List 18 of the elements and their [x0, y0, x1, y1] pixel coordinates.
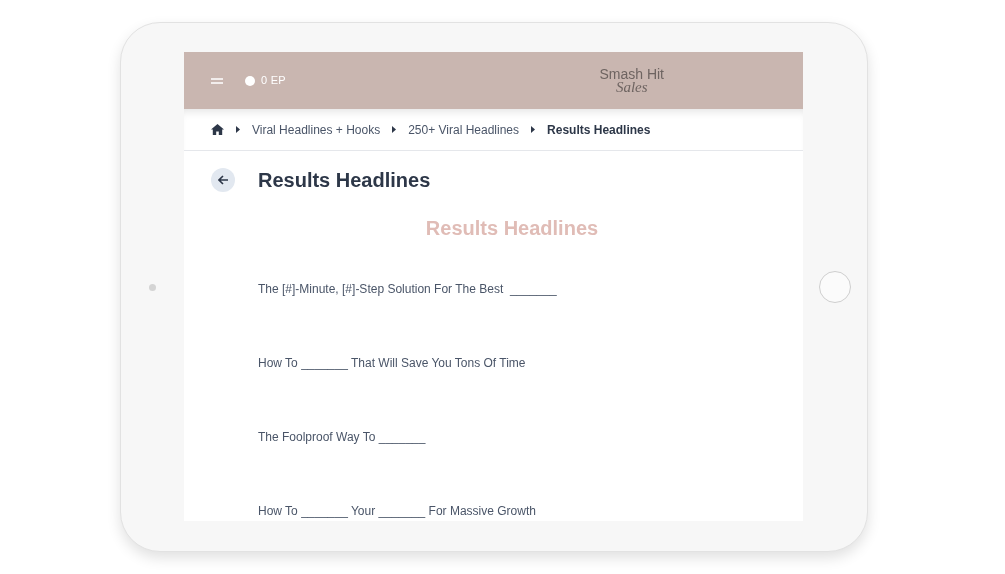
headline-text: How To _______ Your _______ For Massive Growth	[258, 503, 537, 520]
headline-text: How To _______ That Will Save You Tons Of Time	[258, 355, 527, 372]
back-button[interactable]	[211, 168, 235, 192]
home-icon[interactable]	[211, 124, 224, 135]
caret-icon	[236, 126, 240, 133]
headline-text: The [#]-Minute, [#]-Step Solution For The Best _______	[258, 281, 558, 298]
headline-text: The Foolproof Way To _______	[258, 429, 427, 446]
caret-icon	[531, 126, 536, 133]
points-label: 0 EP	[261, 73, 286, 89]
breadcrumb-link[interactable]: Viral Headlines + Hooks	[252, 120, 381, 139]
page-title: Results Headlines	[258, 168, 432, 192]
section-heading: Results Headlines	[424, 216, 600, 241]
breadcrumb-current: Results Headlines	[547, 121, 651, 139]
arrow-left-icon	[217, 175, 229, 185]
breadcrumb-link[interactable]: 250+ Viral Headlines	[408, 120, 520, 139]
logo-script-text: Sales	[615, 79, 648, 95]
caret-icon	[392, 126, 397, 133]
logo-text: Smash Hit	[599, 66, 664, 81]
